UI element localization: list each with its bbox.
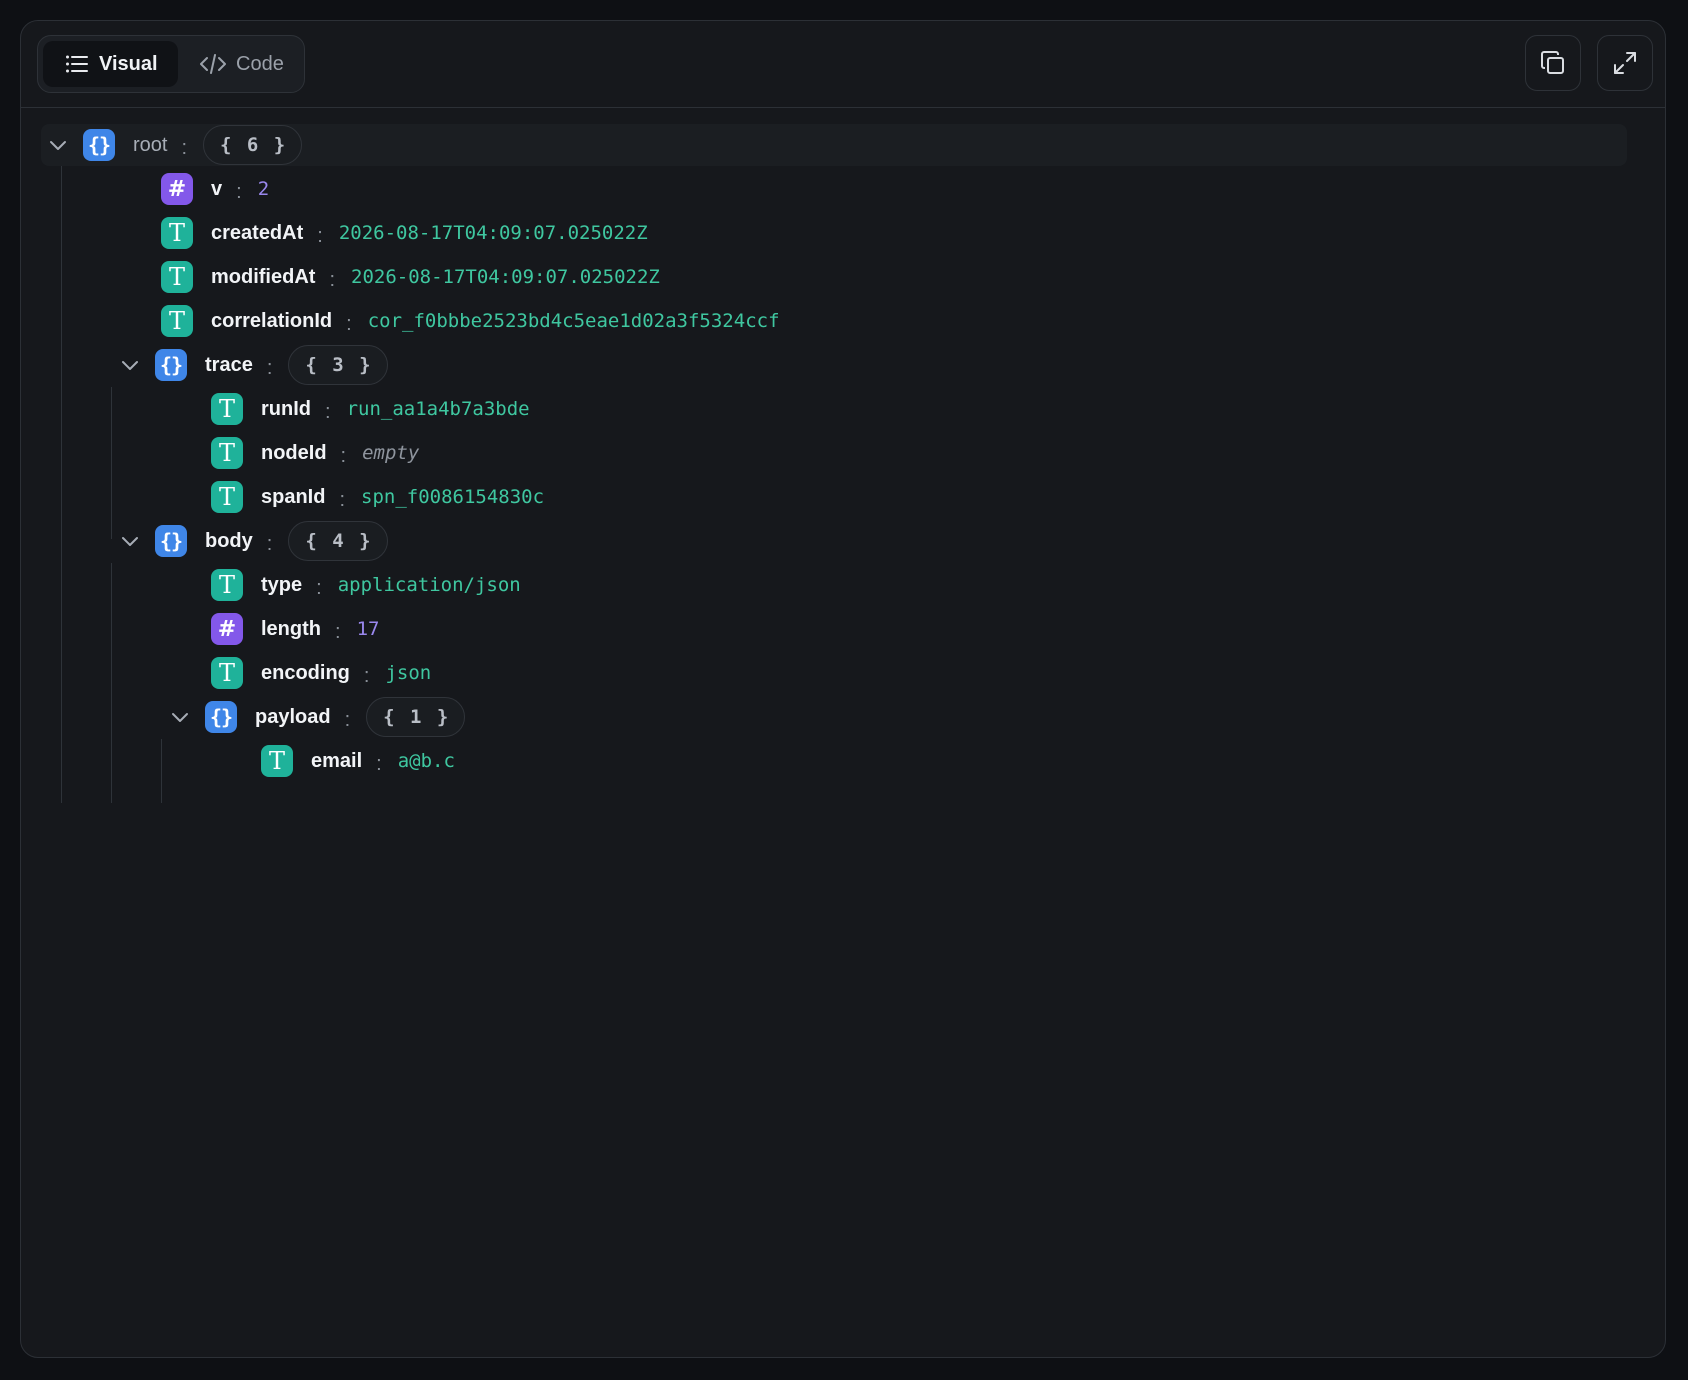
tree-node-correlationId[interactable]: T correlationId : cor_f0bbbe2523bd4c5eae… bbox=[161, 301, 780, 341]
chevron-down-icon[interactable] bbox=[119, 354, 141, 376]
node-key: correlationId bbox=[211, 309, 333, 332]
tree-node-trace[interactable]: {} trace : { 3 } bbox=[119, 345, 388, 385]
copy-button[interactable] bbox=[1525, 35, 1581, 91]
indent-guide-trace bbox=[111, 387, 112, 539]
tree-node-runId[interactable]: T runId : run_aa1a4b7a3bde bbox=[211, 389, 530, 429]
code-icon bbox=[200, 54, 226, 74]
node-value: cor_f0bbbe2523bd4c5eae1d02a3f5324ccf bbox=[367, 310, 780, 332]
node-key: payload bbox=[255, 705, 331, 728]
expand-icon bbox=[1614, 52, 1636, 74]
string-type-icon: T bbox=[161, 217, 193, 249]
string-type-icon: T bbox=[211, 569, 243, 601]
node-key: createdAt bbox=[211, 221, 304, 244]
indent-guide-payload bbox=[161, 739, 162, 803]
tree-node-v[interactable]: # v : 2 bbox=[161, 169, 269, 209]
object-type-icon: {} bbox=[155, 349, 187, 381]
tree-node-createdAt[interactable]: T createdAt : 2026-08-17T04:09:07.025022… bbox=[161, 213, 648, 253]
node-key: root bbox=[133, 133, 168, 156]
view-mode-toggle: Visual Code bbox=[37, 35, 305, 93]
tree-node-spanId[interactable]: T spanId : spn_f0086154830c bbox=[211, 477, 544, 517]
chevron-down-icon[interactable] bbox=[47, 134, 69, 156]
tree-node-length[interactable]: # length : 17 bbox=[211, 609, 379, 649]
code-tab-label: Code bbox=[236, 52, 284, 75]
code-tab[interactable]: Code bbox=[184, 41, 300, 87]
node-key: encoding bbox=[261, 661, 350, 684]
node-key: nodeId bbox=[261, 441, 327, 464]
child-count-badge: { 4 } bbox=[288, 521, 388, 561]
number-type-icon: # bbox=[161, 173, 193, 205]
tree-node-payload[interactable]: {} payload : { 1 } bbox=[169, 697, 466, 737]
tree-node-email[interactable]: T email : a@b.c bbox=[261, 741, 455, 781]
string-type-icon: T bbox=[211, 481, 243, 513]
indent-guide-root bbox=[61, 166, 62, 803]
string-type-icon: T bbox=[161, 305, 193, 337]
node-key: body bbox=[205, 529, 253, 552]
node-value: 2026-08-17T04:09:07.025022Z bbox=[338, 222, 648, 244]
node-key: spanId bbox=[261, 485, 326, 508]
node-value: 2 bbox=[257, 178, 270, 200]
tree-node-type[interactable]: T type : application/json bbox=[211, 565, 521, 605]
string-type-icon: T bbox=[211, 657, 243, 689]
tree-node-body[interactable]: {} body : { 4 } bbox=[119, 521, 388, 561]
node-value: 17 bbox=[356, 618, 380, 640]
indent-guide-body bbox=[111, 563, 112, 803]
tree-node-encoding[interactable]: T encoding : json bbox=[211, 653, 431, 693]
list-icon bbox=[66, 55, 88, 73]
chevron-down-icon[interactable] bbox=[119, 530, 141, 552]
tree-node-nodeId[interactable]: T nodeId : empty bbox=[211, 433, 419, 473]
tree-node-modifiedAt[interactable]: T modifiedAt : 2026-08-17T04:09:07.02502… bbox=[161, 257, 660, 297]
expand-button[interactable] bbox=[1597, 35, 1653, 91]
node-key: trace bbox=[205, 353, 253, 376]
visual-tab-label: Visual bbox=[99, 52, 158, 75]
node-value: run_aa1a4b7a3bde bbox=[346, 398, 530, 420]
node-key: email bbox=[311, 749, 363, 772]
chevron-down-icon[interactable] bbox=[169, 706, 191, 728]
child-count-badge: { 1 } bbox=[366, 697, 466, 737]
viewer-toolbar: Visual Code bbox=[21, 21, 1665, 108]
object-type-icon: {} bbox=[155, 525, 187, 557]
object-type-icon: {} bbox=[205, 701, 237, 733]
string-type-icon: T bbox=[211, 393, 243, 425]
tree-node-root[interactable]: {} root : { 6 } bbox=[47, 125, 303, 165]
string-type-icon: T bbox=[211, 437, 243, 469]
child-count-badge: { 3 } bbox=[288, 345, 388, 385]
node-value: json bbox=[385, 662, 432, 684]
node-key: modifiedAt bbox=[211, 265, 316, 288]
object-type-icon: {} bbox=[83, 129, 115, 161]
string-type-icon: T bbox=[161, 261, 193, 293]
node-key: type bbox=[261, 573, 303, 596]
node-key: v bbox=[211, 177, 223, 200]
number-type-icon: # bbox=[211, 613, 243, 645]
node-key: length bbox=[261, 617, 321, 640]
node-value-empty: empty bbox=[362, 442, 420, 464]
node-value: spn_f0086154830c bbox=[361, 486, 545, 508]
json-viewer-panel: Visual Code {} root: {6} # v: 2 T cr… bbox=[20, 20, 1666, 1358]
node-value: application/json bbox=[337, 574, 521, 596]
node-value: 2026-08-17T04:09:07.025022Z bbox=[351, 266, 660, 288]
node-value: a@b.c bbox=[397, 750, 455, 772]
copy-icon bbox=[1541, 51, 1564, 74]
child-count-badge: { 6 } bbox=[203, 125, 303, 165]
node-key: runId bbox=[261, 397, 311, 420]
visual-tab[interactable]: Visual bbox=[43, 41, 178, 87]
string-type-icon: T bbox=[261, 745, 293, 777]
